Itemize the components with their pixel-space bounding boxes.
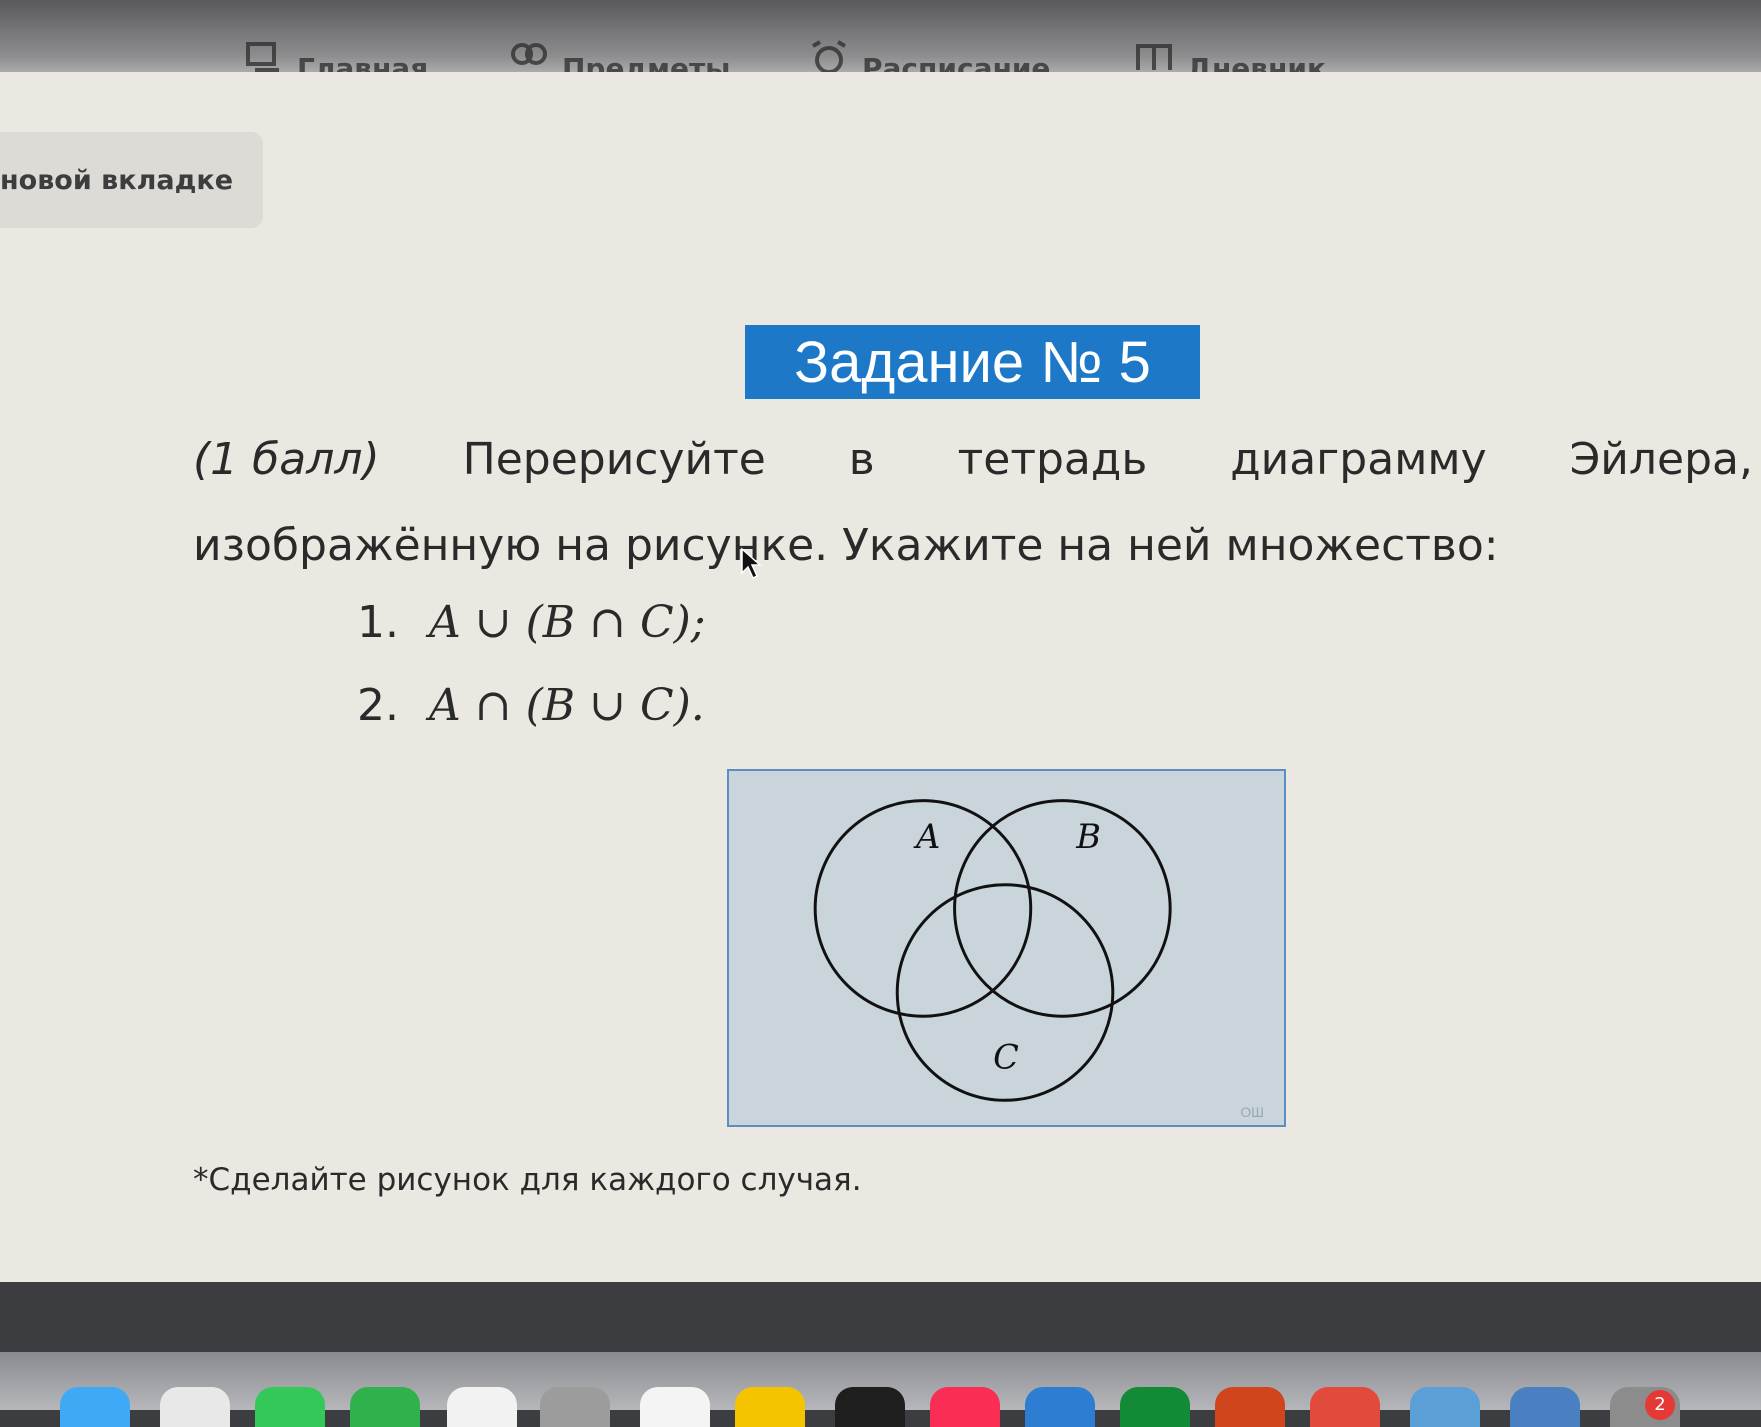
photos-icon[interactable] — [160, 1387, 230, 1427]
set-b-circle — [953, 799, 1172, 1018]
task-word: диаграмму — [1230, 434, 1487, 485]
excel-icon[interactable] — [1120, 1387, 1190, 1427]
reminders-icon[interactable] — [640, 1387, 710, 1427]
task-item-1: 1. A ∪ (B ∩ C); — [357, 597, 706, 648]
task-word: тетрадь — [957, 434, 1148, 485]
set-a-label: A — [913, 817, 940, 856]
task-text-line-2: изображённую на рисунке. Укажите на ней … — [193, 520, 1499, 571]
task-title: Задание № 5 — [745, 325, 1200, 399]
task-points: (1 балл) — [193, 434, 380, 485]
powerpoint-icon[interactable] — [1215, 1387, 1285, 1427]
word-icon[interactable] — [1510, 1387, 1580, 1427]
task-item-number: 2. — [357, 680, 399, 731]
task-item-expression: A ∩ (B ∪ C). — [428, 680, 705, 731]
alarm-clock-icon — [810, 40, 848, 74]
task-item-number: 1. — [357, 597, 399, 648]
set-b-label: B — [1075, 817, 1101, 856]
euler-diagram: A B C ОШ — [727, 769, 1286, 1127]
home-icon — [245, 40, 283, 74]
facetime-icon[interactable] — [255, 1387, 325, 1427]
task-footnote: *Сделайте рисунок для каждого случая. — [193, 1162, 862, 1198]
calendar-icon[interactable] — [447, 1387, 517, 1427]
open-in-new-tab-button[interactable]: новой вкладке — [0, 132, 263, 228]
subjects-icon — [510, 40, 548, 74]
task-word: в — [848, 434, 875, 485]
task-word: Эйлера, — [1569, 434, 1753, 485]
task-item-2: 2. A ∩ (B ∪ C). — [357, 680, 705, 731]
task-text: (1 балл) Перерисуйте в тетрадь диаграмму… — [193, 417, 1753, 589]
settings-icon[interactable] — [540, 1387, 610, 1427]
notification-badge: 2 — [1645, 1390, 1675, 1420]
set-c-label: C — [993, 1038, 1019, 1077]
dock: 2 — [0, 1352, 1761, 1427]
top-navigation: Главная Предметы Расписание Дневник — [0, 0, 1761, 80]
app-store-icon[interactable] — [1025, 1387, 1095, 1427]
task-item-expression: A ∪ (B ∩ C); — [428, 597, 706, 648]
tv-icon[interactable] — [835, 1387, 905, 1427]
task-page: новой вкладке Задание № 5 (1 балл) Перер… — [0, 72, 1761, 1282]
notes-icon[interactable] — [735, 1387, 805, 1427]
book-icon — [1135, 40, 1173, 74]
maps-icon[interactable] — [350, 1387, 420, 1427]
pdf-reader-icon[interactable] — [1310, 1387, 1380, 1427]
task-text-line-1: (1 балл) Перерисуйте в тетрадь диаграмму… — [193, 417, 1753, 503]
watermark: ОШ — [1240, 1104, 1263, 1120]
task-word: Перерисуйте — [462, 434, 766, 485]
finder-icon[interactable] — [60, 1387, 130, 1427]
open-in-new-tab-label: новой вкладке — [0, 164, 234, 196]
music-icon[interactable] — [930, 1387, 1000, 1427]
browser-icon[interactable] — [1410, 1387, 1480, 1427]
mouse-pointer-icon — [741, 547, 762, 580]
